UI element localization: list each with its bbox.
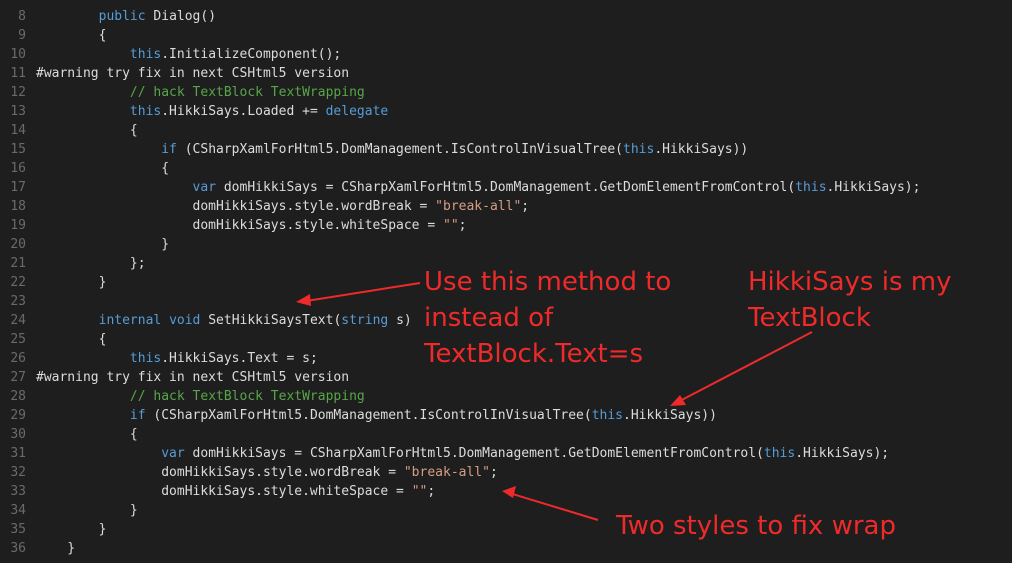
arrowhead-hikkisays [670, 395, 686, 406]
arrow-to-method [299, 282, 421, 303]
arrow-to-styles [505, 491, 599, 521]
arrowhead-styles [502, 486, 516, 498]
arrow-to-hikkisays [673, 331, 813, 405]
arrowhead-method [296, 294, 311, 306]
annotation-arrows [296, 282, 813, 521]
